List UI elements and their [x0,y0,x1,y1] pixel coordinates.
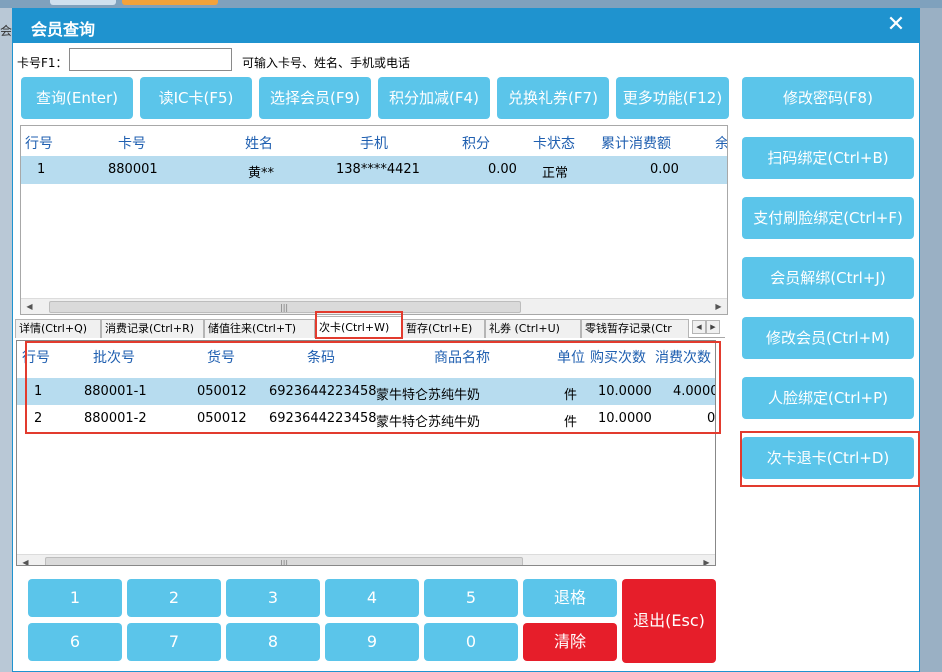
card-number-hint: 可输入卡号、姓名、手机或电话 [242,56,411,70]
highlight-box-refund [740,431,920,487]
column-header: 姓名 [245,136,273,152]
tab-details[interactable]: 详情(Ctrl+Q) [15,319,101,338]
column-header: 行号 [25,136,53,152]
points-adjust-button[interactable]: 积分加减(F4) [378,77,490,119]
column-header: 卡状态 [533,136,575,152]
member-unbind-button[interactable]: 会员解绑(Ctrl+J) [742,257,914,299]
scrollbar-grip: ||| [280,559,289,566]
dialog-title: 会员查询 [31,20,96,39]
table-row[interactable]: 1 880001 黄** 138****4421 0.00 正常 0.00 [21,156,727,184]
face-bind-button[interactable]: 人脸绑定(Ctrl+P) [742,377,914,419]
background-text: 会 [0,24,13,38]
table-cell: 黄** [248,166,275,181]
keypad-2-button[interactable]: 2 [127,579,221,617]
keypad-1-button[interactable]: 1 [28,579,122,617]
background-panel: 会 [0,8,12,672]
backspace-button[interactable]: 退格 [523,579,617,617]
column-header: 积分 [462,136,490,152]
tab-scroll-right-icon[interactable]: ▶ [706,320,720,334]
read-ic-card-button[interactable]: 读IC卡(F5) [140,77,252,119]
keypad-7-button[interactable]: 7 [127,623,221,661]
tab-scroll-left-icon[interactable]: ◀ [692,320,706,334]
scrollbar-grip: ||| [280,303,289,312]
tab-stored-value[interactable]: 储值往来(Ctrl+T) [204,319,315,338]
tab-coupons[interactable]: 礼券 (Ctrl+U) [485,319,581,338]
keypad-3-button[interactable]: 3 [226,579,320,617]
scroll-right-icon[interactable]: ▶ [698,555,715,565]
table-cell: 正常 [542,166,569,181]
table-cell: 138****4421 [336,162,420,177]
column-header: 卡号 [118,136,146,152]
scrollbar-thumb[interactable]: ||| [49,301,521,313]
table-cell: 880001 [108,162,158,177]
highlight-box-count-card-rows [25,341,721,434]
keypad-0-button[interactable]: 0 [424,623,518,661]
column-header: 余 [715,136,728,152]
table-cell: 0.00 [488,162,517,177]
member-table-header: 行号 卡号 姓名 手机 积分 卡状态 累计消费额 余 [21,126,728,156]
more-functions-button[interactable]: 更多功能(F12) [616,77,729,119]
tab-consumption-records[interactable]: 消费记录(Ctrl+R) [101,319,204,338]
tab-change-storage-records[interactable]: 零钱暂存记录(Ctr [581,319,689,338]
exit-button[interactable]: 退出(Esc) [622,579,716,663]
scroll-left-icon[interactable]: ◀ [17,555,34,565]
column-header: 累计消费额 [601,136,671,152]
scan-bind-button[interactable]: 扫码绑定(Ctrl+B) [742,137,914,179]
redeem-coupon-button[interactable]: 兑换礼券(F7) [497,77,609,119]
scroll-left-icon[interactable]: ◀ [21,299,38,314]
background-tab-active [122,0,218,5]
member-table: 行号 卡号 姓名 手机 积分 卡状态 累计消费额 余 1 880001 黄** … [20,125,728,315]
column-header: 手机 [360,136,388,152]
card-number-input[interactable] [69,48,232,71]
scrollbar-thumb[interactable]: ||| [45,557,523,566]
horizontal-scrollbar[interactable]: ◀ ||| ▶ [17,554,715,566]
change-password-button[interactable]: 修改密码(F8) [742,77,914,119]
clear-button[interactable]: 清除 [523,623,617,661]
pay-face-bind-button[interactable]: 支付刷脸绑定(Ctrl+F) [742,197,914,239]
select-member-button[interactable]: 选择会员(F9) [259,77,371,119]
keypad-5-button[interactable]: 5 [424,579,518,617]
member-query-dialog: 会员查询 ✕ 卡号F1： 可输入卡号、姓名、手机或电话 查询(Enter) 读I… [12,8,920,672]
title-bar: 会员查询 ✕ [13,9,919,43]
scroll-right-icon[interactable]: ▶ [710,299,727,314]
table-cell: 0.00 [650,162,679,177]
tab-temporary-storage[interactable]: 暂存(Ctrl+E) [402,319,485,338]
keypad-6-button[interactable]: 6 [28,623,122,661]
table-cell: 1 [37,162,46,177]
background-tab [50,0,116,5]
keypad-9-button[interactable]: 9 [325,623,419,661]
query-button[interactable]: 查询(Enter) [21,77,133,119]
close-icon[interactable]: ✕ [883,12,909,38]
keypad-8-button[interactable]: 8 [226,623,320,661]
edit-member-button[interactable]: 修改会员(Ctrl+M) [742,317,914,359]
keypad-4-button[interactable]: 4 [325,579,419,617]
card-number-label: 卡号F1： [17,56,68,70]
highlight-box-count-card-tab [315,311,403,339]
